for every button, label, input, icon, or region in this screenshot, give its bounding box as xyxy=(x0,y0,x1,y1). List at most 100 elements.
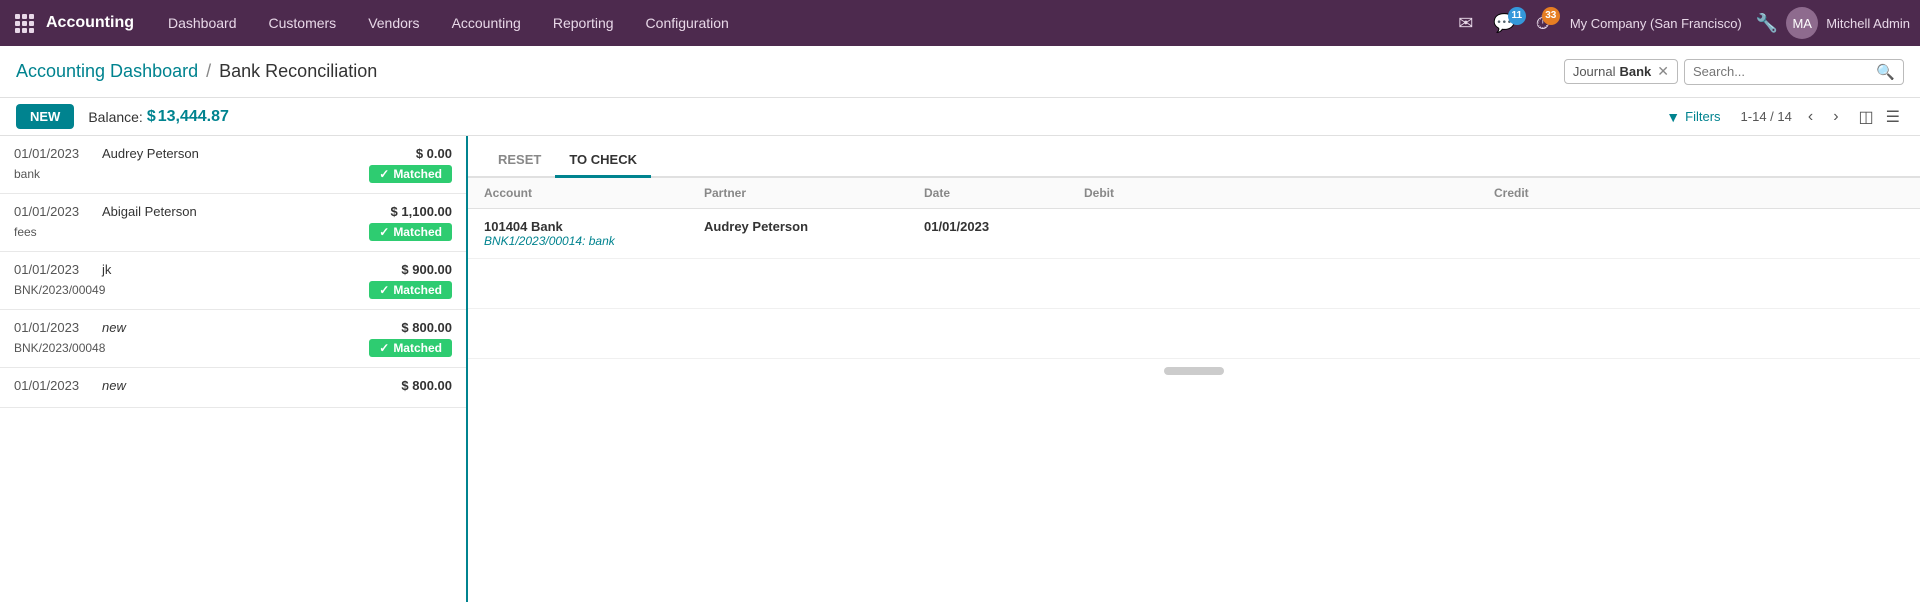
balance-currency: $ xyxy=(147,108,156,126)
activities-icon[interactable]: ⏱ 33 xyxy=(1530,9,1556,38)
list-item[interactable]: 01/01/2023 jk $ 900.00 BNK/2023/00049 ✓ … xyxy=(0,252,466,310)
list-item[interactable]: 01/01/2023 Audrey Peterson $ 0.00 bank ✓… xyxy=(0,136,466,194)
checkmark-icon: ✓ xyxy=(379,341,389,355)
next-page-button[interactable]: › xyxy=(1829,106,1842,128)
nav-reporting[interactable]: Reporting xyxy=(537,0,630,46)
settings-icon[interactable]: 🔧 xyxy=(1756,13,1778,34)
cell-partner: Audrey Peterson xyxy=(704,219,924,234)
tocheck-tab[interactable]: TO CHECK xyxy=(555,144,651,178)
filter-label: Filters xyxy=(1685,109,1720,124)
nav-vendors[interactable]: Vendors xyxy=(352,0,435,46)
nav-dashboard[interactable]: Dashboard xyxy=(152,0,253,46)
filters-button[interactable]: ▼ Filters xyxy=(1658,105,1728,129)
row-name: Audrey Peterson xyxy=(102,146,416,161)
row-amount: $ 800.00 xyxy=(401,320,452,335)
row-date: 01/01/2023 xyxy=(14,262,94,277)
prev-page-button[interactable]: ‹ xyxy=(1804,106,1817,128)
row-date: 01/01/2023 xyxy=(14,146,94,161)
empty-row xyxy=(468,309,1920,359)
scrollbar-thumb[interactable] xyxy=(1164,367,1224,375)
top-navbar: Accounting Dashboard Customers Vendors A… xyxy=(0,0,1920,46)
row-name: new xyxy=(102,378,401,393)
row-amount: $ 800.00 xyxy=(401,378,452,393)
kanban-view-button[interactable]: ◫ xyxy=(1855,105,1878,129)
row-date: 01/01/2023 xyxy=(14,320,94,335)
row-date: 01/01/2023 xyxy=(14,204,94,219)
row-name: jk xyxy=(102,262,401,277)
breadcrumb-right: Journal Bank ✕ 🔍 xyxy=(1564,59,1904,85)
support-icon[interactable]: ✉ xyxy=(1452,9,1479,38)
table-row: 101404 Bank BNK1/2023/00014: bank Audrey… xyxy=(468,209,1920,259)
row-ref: bank xyxy=(14,167,40,181)
cell-account: 101404 Bank BNK1/2023/00014: bank xyxy=(484,219,704,248)
search-icon[interactable]: 🔍 xyxy=(1876,63,1895,81)
nav-accounting[interactable]: Accounting xyxy=(436,0,537,46)
col-partner: Partner xyxy=(704,186,924,200)
row-ref: fees xyxy=(14,225,37,239)
balance-value: 13,444.87 xyxy=(158,108,229,126)
row-amount: $ 1,100.00 xyxy=(391,204,452,219)
apps-grid-icon[interactable] xyxy=(10,9,38,37)
col-account: Account xyxy=(484,186,704,200)
list-item[interactable]: 01/01/2023 new $ 800.00 BNK/2023/00048 ✓… xyxy=(0,310,466,368)
col-credit: Credit xyxy=(1494,186,1904,200)
cell-date: 01/01/2023 xyxy=(924,219,1084,234)
list-item[interactable]: 01/01/2023 Abigail Peterson $ 1,100.00 f… xyxy=(0,194,466,252)
journal-filter-label: Journal xyxy=(1573,64,1616,79)
matched-label: Matched xyxy=(393,283,442,297)
nav-configuration[interactable]: Configuration xyxy=(630,0,745,46)
journal-filter-pill: Journal Bank ✕ xyxy=(1564,59,1678,84)
nav-customers[interactable]: Customers xyxy=(253,0,353,46)
company-name[interactable]: My Company (San Francisco) xyxy=(1570,16,1742,31)
checkmark-icon: ✓ xyxy=(379,283,389,297)
search-input[interactable] xyxy=(1693,64,1872,79)
reset-tab[interactable]: RESET xyxy=(484,144,555,178)
checkmark-icon: ✓ xyxy=(379,225,389,239)
search-box: 🔍 xyxy=(1684,59,1904,85)
matched-label: Matched xyxy=(393,167,442,181)
balance-label: Balance: xyxy=(88,109,142,125)
toolbar-right: ▼ Filters 1-14 / 14 ‹ › ◫ ☰ xyxy=(1658,105,1904,129)
topnav-right-area: ✉ 💬 11 ⏱ 33 My Company (San Francisco) 🔧… xyxy=(1452,7,1910,39)
journal-filter-remove[interactable]: ✕ xyxy=(1657,63,1669,80)
matched-label: Matched xyxy=(393,341,442,355)
empty-row xyxy=(468,259,1920,309)
new-button[interactable]: NEW xyxy=(16,104,74,129)
row-amount: $ 900.00 xyxy=(401,262,452,277)
scrollbar-area xyxy=(468,359,1920,383)
view-toggle: ◫ ☰ xyxy=(1855,105,1904,129)
row-ref: BNK/2023/00049 xyxy=(14,283,105,297)
list-item[interactable]: 01/01/2023 new $ 800.00 xyxy=(0,368,466,408)
left-panel: 01/01/2023 Audrey Peterson $ 0.00 bank ✓… xyxy=(0,136,468,602)
user-name[interactable]: Mitchell Admin xyxy=(1826,16,1910,31)
right-panel: RESET TO CHECK Account Partner Date Debi… xyxy=(468,136,1920,602)
matched-badge: ✓ Matched xyxy=(369,223,452,241)
messages-icon[interactable]: 💬 11 xyxy=(1487,9,1521,38)
row-ref: BNK/2023/00048 xyxy=(14,341,105,355)
row-amount: $ 0.00 xyxy=(416,146,452,161)
nav-menu: Dashboard Customers Vendors Accounting R… xyxy=(152,0,1452,46)
col-debit: Debit xyxy=(1084,186,1494,200)
right-tabs: RESET TO CHECK xyxy=(468,136,1920,178)
brand-label: Accounting xyxy=(46,14,134,32)
matched-badge: ✓ Matched xyxy=(369,281,452,299)
journal-filter-value: Bank xyxy=(1619,64,1651,79)
breadcrumb-link[interactable]: Accounting Dashboard xyxy=(16,61,198,82)
pagination-info: 1-14 / 14 xyxy=(1741,109,1792,124)
account-main: 101404 Bank xyxy=(484,219,704,234)
matched-badge: ✓ Matched xyxy=(369,339,452,357)
toolbar-bar: NEW Balance: $ 13,444.87 ▼ Filters 1-14 … xyxy=(0,98,1920,136)
matched-label: Matched xyxy=(393,225,442,239)
avatar[interactable]: MA xyxy=(1786,7,1818,39)
row-date: 01/01/2023 xyxy=(14,378,94,393)
matched-badge: ✓ Matched xyxy=(369,165,452,183)
activities-badge: 33 xyxy=(1542,7,1560,25)
breadcrumb-separator: / xyxy=(206,61,211,82)
main-content: 01/01/2023 Audrey Peterson $ 0.00 bank ✓… xyxy=(0,136,1920,602)
table-header: Account Partner Date Debit Credit xyxy=(468,178,1920,209)
breadcrumb-bar: Accounting Dashboard / Bank Reconciliati… xyxy=(0,46,1920,98)
row-name: Abigail Peterson xyxy=(102,204,391,219)
list-view-button[interactable]: ☰ xyxy=(1882,105,1904,129)
breadcrumb-current: Bank Reconciliation xyxy=(219,61,377,82)
account-sub: BNK1/2023/00014: bank xyxy=(484,234,704,248)
